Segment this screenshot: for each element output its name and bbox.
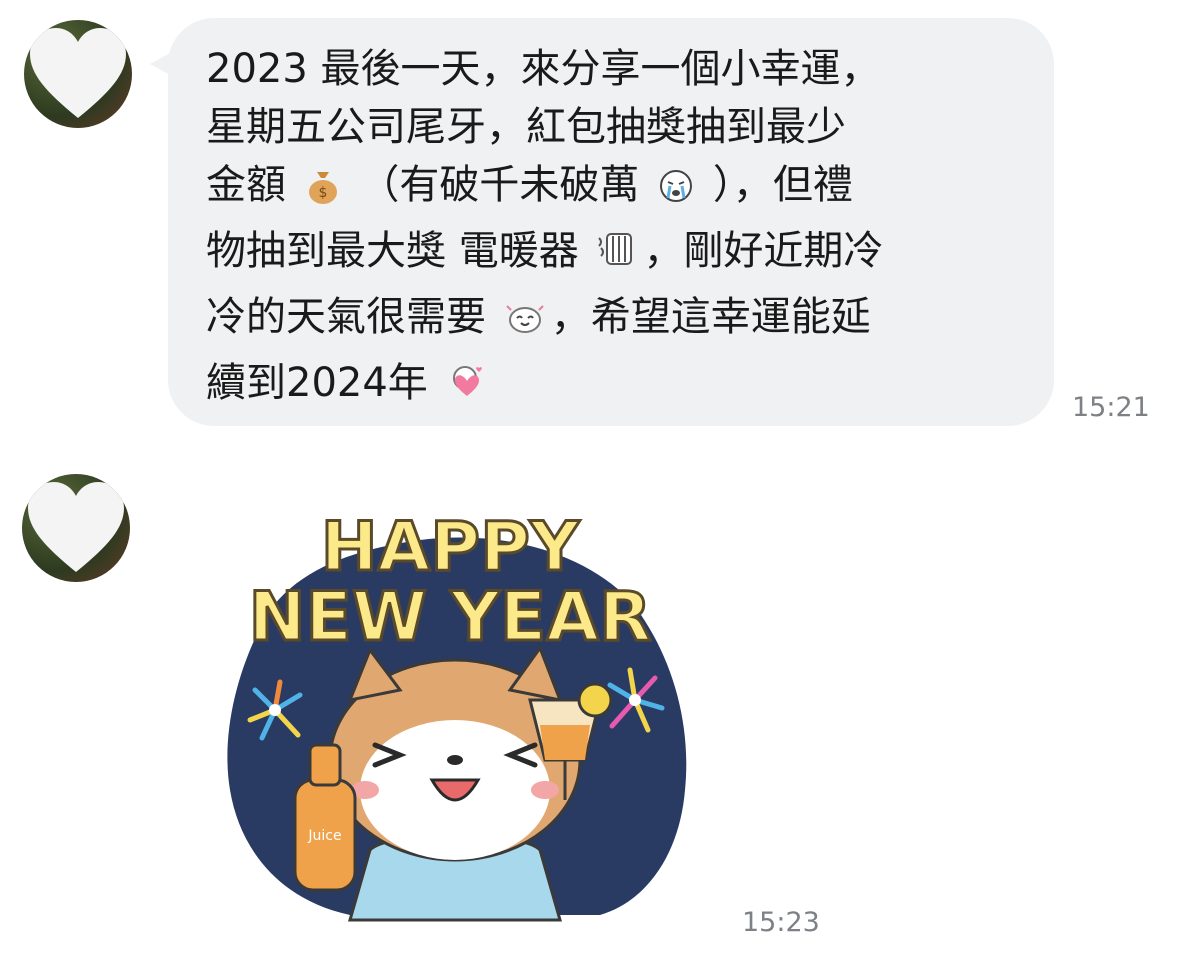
hamster-character — [328, 644, 582, 922]
svg-text:$: $ — [318, 185, 327, 201]
sticker-text-line1: HAPPY — [321, 508, 580, 587]
message-text-segment: 金額 — [206, 162, 299, 208]
happy-emoji-icon — [503, 296, 547, 354]
message-text-segment: 冷的天氣很需要 — [206, 294, 499, 340]
message-line: 2023 最後一天，來分享一個小幸運， — [206, 40, 1026, 98]
message-text-segment: ，希望這幸運能延 — [550, 294, 871, 340]
message-text-segment: 星期五公司尾牙，紅包抽獎抽到最少 — [206, 104, 846, 150]
sticker-time: 15:23 — [742, 907, 820, 938]
message-text-segment: 續到2024年 — [206, 360, 441, 406]
message-text: 2023 最後一天，來分享一個小幸運， 星期五公司尾牙，紅包抽獎抽到最少金額 $ … — [206, 40, 1026, 420]
message-text-segment: ），但禮 — [700, 162, 853, 208]
bottle-label: Juice — [307, 828, 341, 844]
sender-avatar[interactable] — [24, 20, 132, 128]
message-line: 星期五公司尾牙，紅包抽獎抽到最少 — [206, 98, 1026, 156]
message-text-segment: ，剛好近期冷 — [643, 228, 884, 274]
crying-emoji-icon — [656, 164, 696, 222]
message-text-segment: 物抽到最大獎 電暖器 — [206, 228, 592, 274]
heart-emoji-icon — [445, 360, 489, 420]
message-text-segment: 2023 最後一天，來分享一個小幸運， — [206, 46, 881, 92]
message-line: 金額 $ （有破千未破萬 ），但禮 — [206, 156, 1026, 222]
sticker-text-line2: NEW YEAR — [249, 578, 652, 657]
message-line: 物抽到最大獎 電暖器 ，剛好近期冷 — [206, 222, 1026, 288]
white-heart-icon — [30, 28, 126, 118]
message-time: 15:21 — [1072, 392, 1150, 423]
message-line: 冷的天氣很需要 ，希望這幸運能延 — [206, 288, 1026, 354]
message-line: 續到2024年 — [206, 354, 1026, 420]
white-heart-icon — [28, 482, 124, 572]
heater-icon — [595, 228, 639, 288]
sticker[interactable]: HAPPY NEW YEAR Juice — [200, 490, 700, 930]
message-text-segment: （有破千未破萬 — [346, 162, 653, 208]
money-bag-icon: $ — [303, 164, 343, 222]
sender-avatar[interactable] — [22, 474, 130, 582]
